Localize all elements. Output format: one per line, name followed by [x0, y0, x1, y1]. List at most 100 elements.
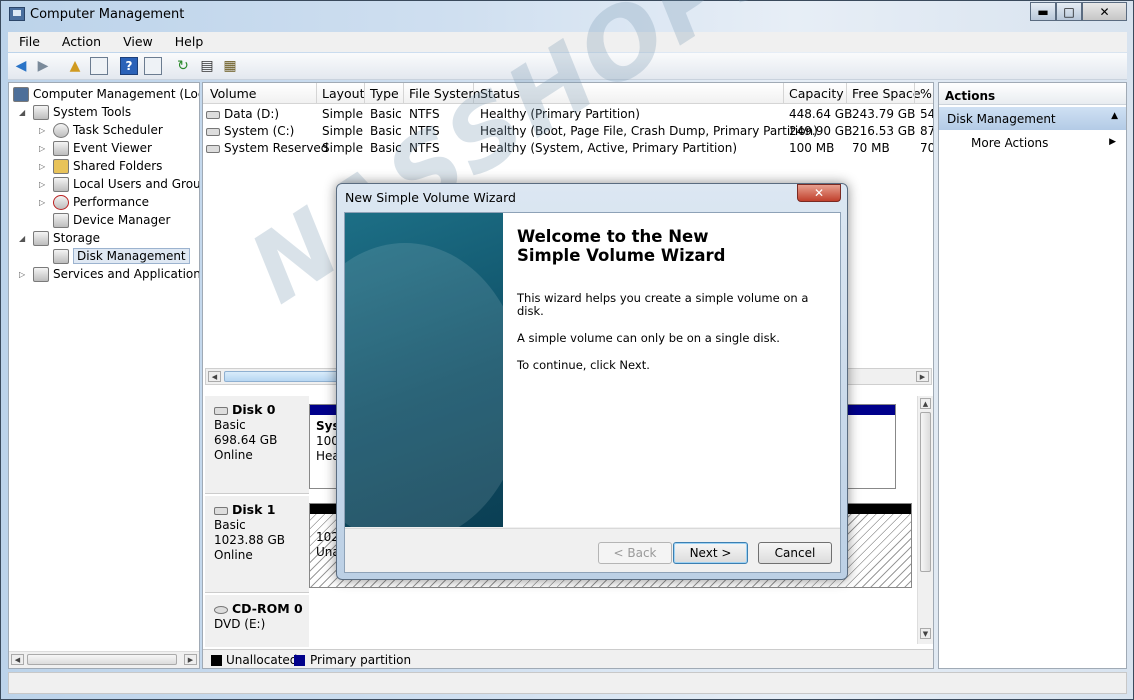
- menu-file[interactable]: File: [8, 32, 51, 52]
- cell-capacity: 249.90 GB: [789, 124, 853, 138]
- dialog-close-button[interactable]: ✕: [797, 184, 841, 202]
- column-volume[interactable]: Volume: [210, 86, 257, 101]
- disk-view-vertical-scrollbar[interactable]: ▲ ▼: [917, 396, 933, 644]
- tree-item-system-tools[interactable]: ◢ System Tools: [19, 103, 131, 121]
- window-title: Computer Management: [30, 7, 185, 22]
- tree-item-performance[interactable]: ▷ Performance: [39, 193, 149, 211]
- cdrom-0-label[interactable]: CD-ROM 0 DVD (E:): [205, 595, 309, 647]
- column-percent[interactable]: %: [920, 86, 932, 101]
- status-bar: [8, 672, 1127, 694]
- next-button[interactable]: Next >: [673, 542, 748, 564]
- disk-size: 698.64 GB: [214, 433, 278, 447]
- cdrom-drive: DVD (E:): [214, 617, 266, 631]
- expand-arrow-icon[interactable]: ▷: [39, 126, 49, 135]
- export-list-icon[interactable]: ▦: [221, 57, 239, 75]
- tree-item-storage[interactable]: ◢ Storage: [19, 229, 100, 247]
- scroll-thumb[interactable]: [27, 654, 177, 665]
- tree-item-device-manager[interactable]: Device Manager: [53, 211, 170, 229]
- expand-arrow-icon[interactable]: ▷: [39, 144, 49, 153]
- column-free-space[interactable]: Free Space: [852, 86, 921, 101]
- expand-arrow-icon[interactable]: ▷: [39, 180, 49, 189]
- column-type[interactable]: Type: [370, 86, 399, 101]
- up-folder-icon[interactable]: ▲: [66, 57, 84, 75]
- back-arrow-icon[interactable]: ◀: [12, 57, 30, 75]
- table-row[interactable]: System Reserved Simple Basic NTFS Health…: [203, 139, 934, 156]
- drive-icon: [206, 127, 220, 136]
- scroll-right-icon[interactable]: ▶: [184, 654, 197, 665]
- partition-name: Syst: [316, 419, 338, 433]
- expand-arrow-icon[interactable]: ▷: [39, 162, 49, 171]
- column-layout[interactable]: Layout: [322, 86, 365, 101]
- cd-icon: [214, 605, 228, 614]
- expand-arrow-icon[interactable]: ▷: [39, 198, 49, 207]
- help-icon[interactable]: ?: [120, 57, 138, 75]
- cell-status: Healthy (Primary Partition): [480, 107, 640, 121]
- maximize-button[interactable]: □: [1056, 2, 1082, 21]
- column-capacity[interactable]: Capacity: [789, 86, 844, 101]
- menu-action[interactable]: Action: [51, 32, 112, 52]
- disk-1-label[interactable]: Disk 1 Basic 1023.88 GB Online: [205, 496, 309, 593]
- show-hide-action-pane-icon[interactable]: [144, 57, 162, 75]
- menu-help[interactable]: Help: [164, 32, 215, 52]
- scroll-left-icon[interactable]: ◀: [11, 654, 24, 665]
- actions-section-disk-management[interactable]: Disk Management ▲: [939, 107, 1126, 130]
- volume-list-header: Volume Layout Type File System Status Ca…: [203, 83, 933, 104]
- cell-fs: NTFS: [409, 141, 440, 155]
- cell-capacity: 448.64 GB: [789, 107, 853, 121]
- tree-item-services-applications[interactable]: ▷ Services and Applications: [19, 265, 199, 283]
- cell-layout: Simple: [322, 107, 363, 121]
- disk-legend: Unallocated Primary partition: [203, 649, 933, 668]
- column-status[interactable]: Status: [480, 86, 520, 101]
- properties-icon[interactable]: ▤: [198, 57, 216, 75]
- tree-item-event-viewer[interactable]: ▷ Event Viewer: [39, 139, 152, 157]
- wizard-text-2: A simple volume can only be on a single …: [517, 331, 780, 345]
- tree-label-selected: Disk Management: [73, 248, 190, 264]
- disk-0-data-partition[interactable]: [843, 404, 896, 489]
- toolbar: ◀ ▶ ▲ ? ↻ ▤ ▦: [8, 53, 1127, 80]
- tree-item-task-scheduler[interactable]: ▷ Task Scheduler: [39, 121, 163, 139]
- tree-item-disk-management[interactable]: Disk Management: [53, 247, 190, 265]
- scroll-down-icon[interactable]: ▼: [920, 628, 931, 639]
- cancel-button[interactable]: Cancel: [758, 542, 832, 564]
- submenu-arrow-icon[interactable]: ▶: [1109, 137, 1116, 147]
- show-hide-console-tree-icon[interactable]: [90, 57, 108, 75]
- column-file-system[interactable]: File System: [409, 86, 481, 101]
- back-button[interactable]: < Back: [598, 542, 672, 564]
- table-row[interactable]: Data (D:) Simple Basic NTFS Healthy (Pri…: [203, 105, 933, 122]
- disk-state: Online: [214, 448, 253, 462]
- tree-label: System Tools: [53, 105, 132, 119]
- expand-arrow-icon[interactable]: ▷: [19, 270, 29, 279]
- collapse-arrow-icon[interactable]: ◢: [19, 108, 29, 117]
- title-bar[interactable]: Computer Management ▬ □ ✕: [1, 1, 1133, 29]
- disk-0-partition[interactable]: Syst 100 Hea: [309, 404, 339, 489]
- cell-free: 70 MB: [852, 141, 890, 155]
- unallocated-swatch: [211, 655, 222, 666]
- menu-view[interactable]: View: [112, 32, 164, 52]
- scroll-up-icon[interactable]: ▲: [920, 398, 931, 409]
- scroll-right-icon[interactable]: ▶: [916, 371, 929, 382]
- minimize-button[interactable]: ▬: [1030, 2, 1056, 21]
- tree-item-computer-management[interactable]: Computer Management (Local: [13, 85, 199, 103]
- tree-label: Local Users and Groups: [73, 177, 200, 191]
- storage-icon: [33, 230, 49, 246]
- scroll-thumb[interactable]: [920, 412, 931, 572]
- refresh-icon[interactable]: ↻: [174, 57, 192, 75]
- collapse-arrow-icon[interactable]: ◢: [19, 234, 29, 243]
- tree-item-local-users[interactable]: ▷ Local Users and Groups: [39, 175, 200, 193]
- table-row[interactable]: System (C:) Simple Basic NTFS Healthy (B…: [203, 122, 933, 139]
- event-viewer-icon: [53, 140, 69, 156]
- performance-icon: [53, 194, 69, 210]
- tree-horizontal-scrollbar[interactable]: ◀ ▶: [9, 651, 199, 668]
- forward-arrow-icon[interactable]: ▶: [34, 57, 52, 75]
- cell-layout: Simple: [322, 124, 363, 138]
- scroll-left-icon[interactable]: ◀: [208, 371, 221, 382]
- disk-0-label[interactable]: Disk 0 Basic 698.64 GB Online: [205, 396, 309, 494]
- collapse-section-icon[interactable]: ▲: [1111, 111, 1118, 121]
- close-button[interactable]: ✕: [1082, 2, 1127, 21]
- cell-percent: 70: [920, 141, 934, 155]
- disk-icon: [214, 406, 228, 415]
- more-actions-item[interactable]: More Actions: [971, 136, 1048, 150]
- wizard-text-1: This wizard helps you create a simple vo…: [517, 291, 809, 318]
- tree-item-shared-folders[interactable]: ▷ Shared Folders: [39, 157, 162, 175]
- dialog-body: Welcome to the New Simple Volume Wizard …: [344, 212, 841, 573]
